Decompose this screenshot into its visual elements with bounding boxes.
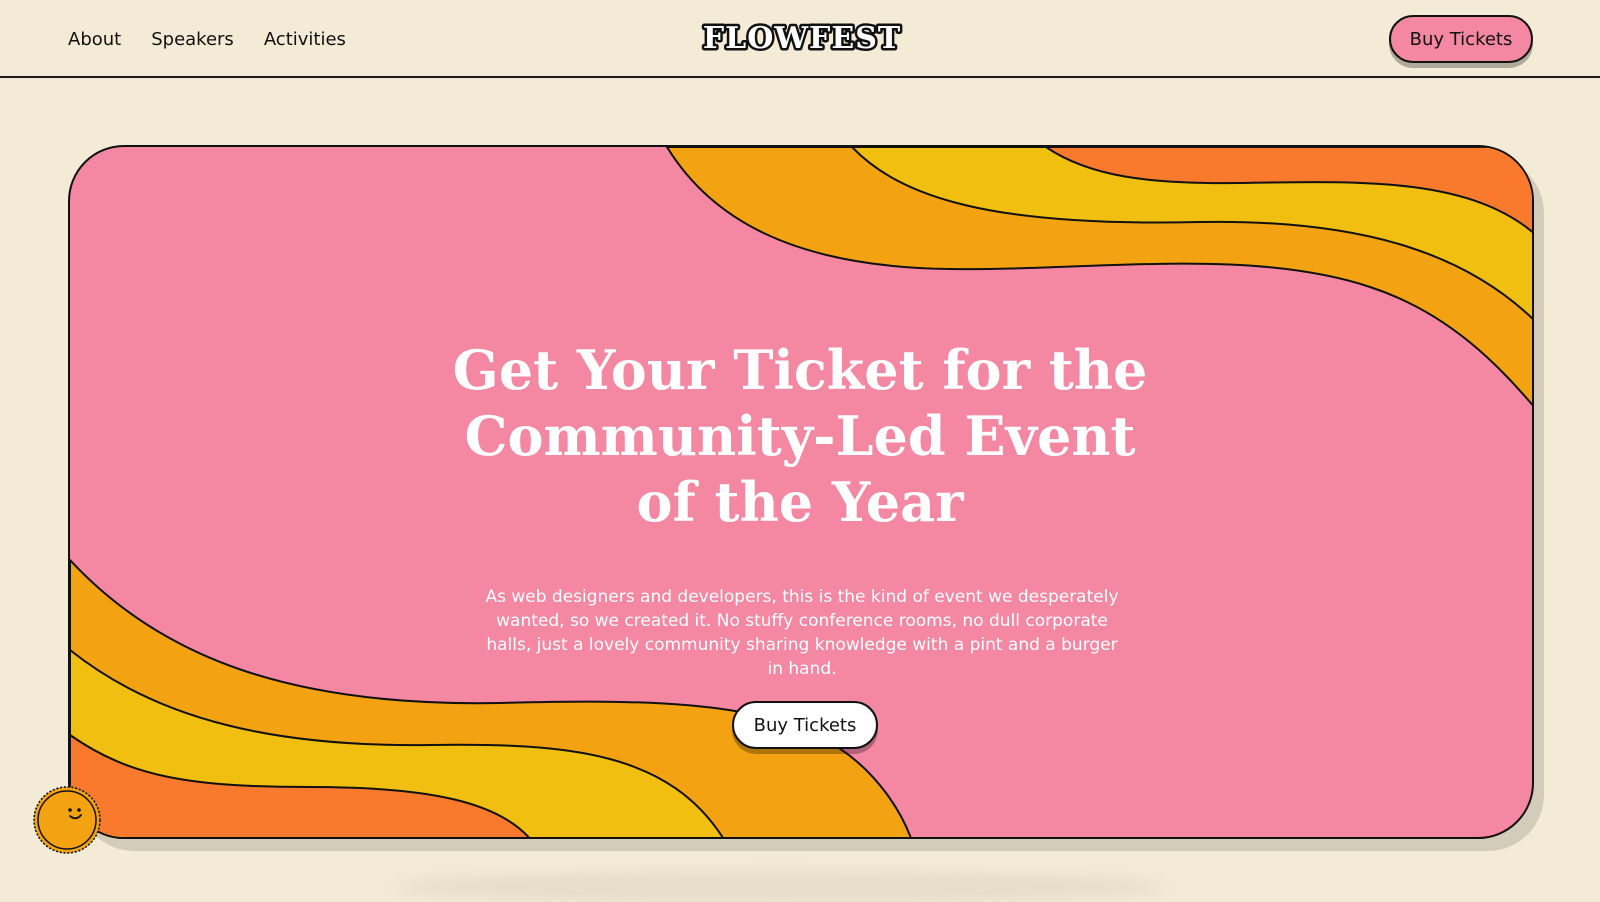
hero-description: As web designers and developers, this is…	[485, 587, 1119, 679]
nav-link-about[interactable]: About	[68, 29, 121, 50]
section-shadow	[390, 872, 1170, 902]
flowfest-logo[interactable]: FLOWFEST	[700, 17, 904, 59]
hero-card: Get Your Ticket for the Community-Led Ev…	[68, 145, 1534, 839]
smiling-sun-icon	[33, 786, 101, 854]
nav-link-activities[interactable]: Activities	[264, 29, 346, 50]
hero-title: Get Your Ticket for the Community-Led Ev…	[452, 338, 1148, 534]
hero-buy-tickets-button[interactable]: Buy Tickets	[732, 701, 878, 749]
top-navigation-bar: About Speakers Activities FLOWFEST Buy T…	[0, 0, 1600, 78]
logo-text: FLOWFEST	[703, 21, 901, 56]
header-buy-tickets-button[interactable]: Buy Tickets	[1389, 15, 1533, 63]
hero-content: Get Your Ticket for the Community-Led Ev…	[70, 147, 1532, 837]
hero-section: Get Your Ticket for the Community-Led Ev…	[68, 145, 1544, 851]
nav-link-speakers[interactable]: Speakers	[151, 29, 234, 50]
main-nav: About Speakers Activities	[68, 0, 346, 78]
